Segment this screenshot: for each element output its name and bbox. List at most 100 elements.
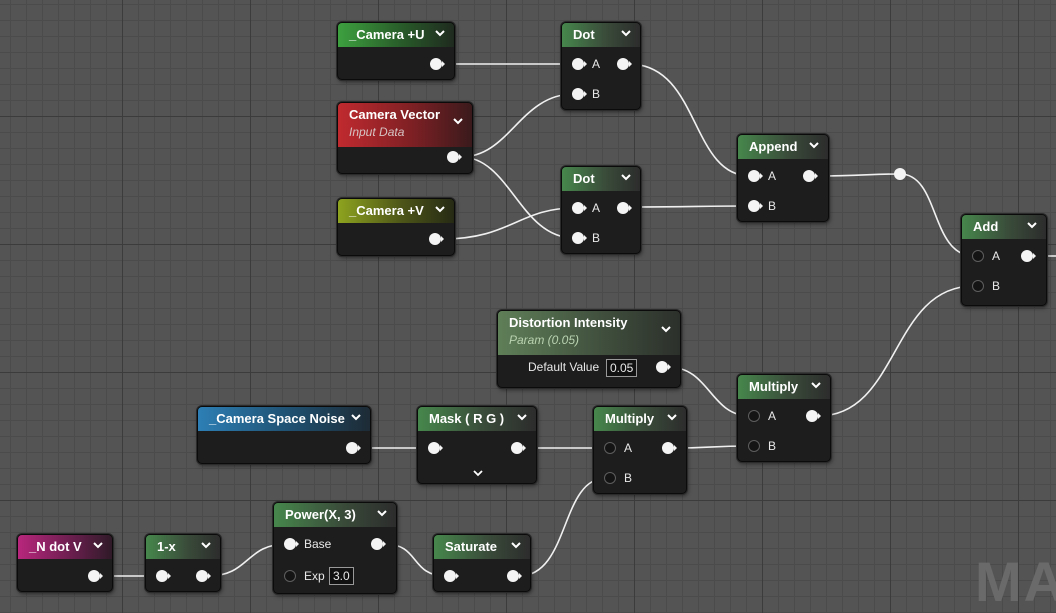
node-header[interactable]: _Camera +V: [338, 199, 454, 223]
output-pin[interactable]: [371, 538, 383, 550]
node-camera-vector[interactable]: Camera Vector Input Data: [337, 102, 473, 174]
node-header[interactable]: Add: [962, 215, 1046, 239]
node-header[interactable]: Multiply: [594, 407, 686, 431]
chevron-down-icon[interactable]: [810, 379, 822, 391]
chevron-down-icon[interactable]: [620, 27, 632, 39]
input-pin[interactable]: [444, 570, 456, 582]
exp-value-field[interactable]: 3.0: [329, 567, 354, 585]
node-title: Append: [749, 139, 798, 154]
default-value-field[interactable]: 0.05: [606, 359, 638, 377]
node-header[interactable]: 1-x: [146, 535, 220, 559]
input-pin-b[interactable]: [604, 472, 616, 484]
node-camera-v[interactable]: _Camera +V: [337, 198, 455, 256]
output-pin[interactable]: [88, 570, 100, 582]
node-header[interactable]: Distortion Intensity Param (0.05): [498, 311, 680, 355]
chevron-down-icon[interactable]: [620, 171, 632, 183]
input-pin-a[interactable]: [748, 410, 760, 422]
chevron-down-icon[interactable]: [510, 539, 522, 551]
node-header[interactable]: _Camera Space Noise: [198, 407, 370, 431]
input-pin[interactable]: [428, 442, 440, 454]
arrow-icon: [815, 173, 818, 179]
output-pin[interactable]: [806, 410, 818, 422]
pin-label-b: B: [768, 199, 777, 213]
arrow-icon: [383, 541, 386, 547]
chevron-down-icon[interactable]: [92, 539, 104, 551]
input-pin-a[interactable]: [572, 58, 584, 70]
node-header[interactable]: Multiply: [738, 375, 830, 399]
node-distortion-intensity[interactable]: Distortion Intensity Param (0.05): [497, 310, 681, 388]
node-title: _Camera Space Noise: [209, 411, 345, 426]
output-pin[interactable]: [662, 442, 674, 454]
arrow-icon: [519, 573, 522, 579]
node-one-minus[interactable]: 1-x: [145, 534, 221, 592]
node-title: _N dot V: [29, 539, 82, 554]
node-title: Saturate: [445, 539, 498, 554]
output-pin[interactable]: [346, 442, 358, 454]
input-pin-a[interactable]: [572, 202, 584, 214]
input-pin[interactable]: [156, 570, 168, 582]
node-camera-u[interactable]: _Camera +U: [337, 22, 455, 80]
node-header[interactable]: _Camera +U: [338, 23, 454, 47]
node-header[interactable]: Append: [738, 135, 828, 159]
node-title: Dot: [573, 27, 595, 42]
node-camera-space-noise[interactable]: _Camera Space Noise: [197, 406, 371, 464]
arrow-icon: [208, 573, 211, 579]
output-pin[interactable]: [429, 233, 441, 245]
node-header[interactable]: Power(X, 3): [274, 503, 396, 527]
output-pin[interactable]: [447, 151, 459, 163]
chevron-down-icon[interactable]: [434, 203, 446, 215]
input-pin-a[interactable]: [972, 250, 984, 262]
chevron-down-icon[interactable]: [516, 411, 528, 423]
output-pin[interactable]: [196, 570, 208, 582]
pin-label-exp: Exp: [304, 569, 325, 583]
pin-label-a: A: [992, 249, 1001, 263]
node-title: 1-x: [157, 539, 176, 554]
chevron-down-icon[interactable]: [1026, 219, 1038, 231]
output-pin[interactable]: [617, 202, 629, 214]
output-pin[interactable]: [617, 58, 629, 70]
chevron-down-icon[interactable]: [666, 411, 678, 423]
node-header[interactable]: _N dot V: [18, 535, 112, 559]
wire-dot1-to-append-a: [628, 63, 751, 177]
node-title: Add: [973, 219, 999, 234]
node-header[interactable]: Saturate: [434, 535, 530, 559]
arrow-icon: [459, 154, 462, 160]
node-subtitle: Param (0.05): [509, 333, 580, 347]
chevron-down-icon[interactable]: [452, 115, 464, 127]
arrow-icon: [584, 91, 587, 97]
chevron-down-icon[interactable]: [660, 323, 672, 335]
chevron-down-icon[interactable]: [200, 539, 212, 551]
node-subtitle: Input Data: [349, 125, 405, 139]
chevron-down-icon[interactable]: [376, 507, 388, 519]
input-pin-b[interactable]: [748, 440, 760, 452]
output-pin[interactable]: [656, 361, 668, 373]
expand-arrow-icon[interactable]: [473, 469, 483, 477]
chevron-down-icon[interactable]: [350, 411, 362, 423]
chevron-down-icon[interactable]: [434, 27, 446, 39]
output-pin[interactable]: [430, 58, 442, 70]
output-pin[interactable]: [511, 442, 523, 454]
node-header[interactable]: Mask ( R G ): [418, 407, 536, 431]
output-pin[interactable]: [1021, 250, 1033, 262]
reroute-knot[interactable]: [894, 168, 906, 180]
output-pin[interactable]: [803, 170, 815, 182]
arrow-icon: [674, 445, 677, 451]
input-pin-b[interactable]: [572, 88, 584, 100]
node-header[interactable]: Camera Vector Input Data: [338, 103, 472, 147]
input-pin-a[interactable]: [748, 170, 760, 182]
node-header[interactable]: Dot: [562, 167, 640, 191]
input-pin-b[interactable]: [572, 232, 584, 244]
arrow-icon: [629, 61, 632, 67]
input-pin-b[interactable]: [748, 200, 760, 212]
node-saturate[interactable]: Saturate: [433, 534, 531, 592]
pin-label-base: Base: [304, 537, 332, 551]
input-pin-b[interactable]: [972, 280, 984, 292]
input-pin-exp[interactable]: [284, 570, 296, 582]
output-pin[interactable]: [507, 570, 519, 582]
node-header[interactable]: Dot: [562, 23, 640, 47]
input-pin-base[interactable]: [284, 538, 296, 550]
input-pin-a[interactable]: [604, 442, 616, 454]
chevron-down-icon[interactable]: [808, 139, 820, 151]
node-n-dot-v[interactable]: _N dot V: [17, 534, 113, 592]
pin-label-a: A: [592, 57, 601, 71]
